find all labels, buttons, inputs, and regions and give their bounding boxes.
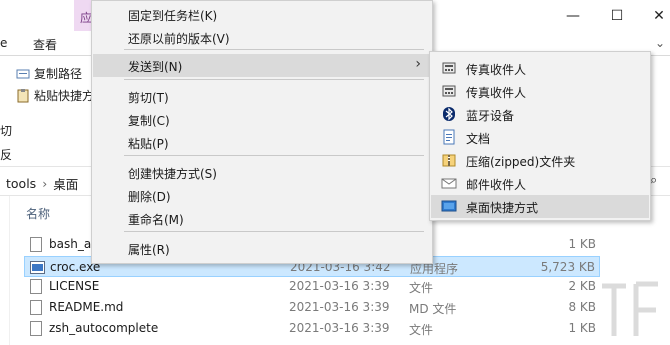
menu-item-rename[interactable]: 重命名(M): [93, 207, 431, 230]
menu-item-label: 还原以前的版本(V): [128, 32, 230, 46]
menu-item-send-to[interactable]: 发送到(N) ›: [93, 54, 431, 77]
menu-item-label: 剪切(T): [128, 91, 169, 105]
fax-icon: [441, 83, 457, 99]
ribbon-fragment-label: 反: [0, 148, 13, 162]
send-to-submenu: 传真收件人 传真收件人 蓝牙设备 文档 压缩(zipped)文件夹 邮件收件人 桌面快捷方式: [429, 51, 651, 221]
menu-item-label: 属性(R): [128, 243, 170, 257]
file-row[interactable]: zsh_autocomplete 2021-03-16 3:39 文件 1 KB: [24, 318, 600, 339]
file-icon: [30, 279, 42, 294]
menu-item-copy[interactable]: 复制(C): [93, 108, 431, 131]
file-name: README.md: [49, 300, 124, 314]
documents-icon: [441, 129, 457, 145]
paste-shortcut-icon: [17, 88, 29, 102]
submenu-item-documents[interactable]: 文档: [431, 126, 649, 149]
submenu-item-label: 桌面快捷方式: [466, 201, 539, 215]
close-button[interactable]: ✕: [651, 8, 667, 24]
file-type: 文件: [409, 281, 434, 295]
mail-icon: [441, 175, 457, 191]
menu-item-label: 发送到(N): [128, 60, 183, 74]
submenu-item-fax-recipient[interactable]: 传真收件人: [431, 57, 649, 80]
fax-icon: [441, 60, 457, 76]
file-icon: [30, 300, 42, 315]
tab-fragment[interactable]: e: [0, 36, 7, 50]
menu-item-label: 删除(D): [128, 190, 171, 204]
menu-item-pin-to-taskbar[interactable]: 固定到任务栏(K): [93, 3, 431, 26]
exe-icon: [30, 261, 45, 274]
menu-item-delete[interactable]: 删除(D): [93, 184, 431, 207]
submenu-item-label: 传真收件人: [466, 63, 527, 77]
zip-folder-icon: [441, 152, 457, 168]
file-icon: [30, 237, 42, 252]
file-type: MD 文件: [409, 302, 457, 316]
menu-item-paste[interactable]: 粘贴(P): [93, 131, 431, 154]
submenu-item-label: 蓝牙设备: [466, 109, 515, 123]
menu-item-label: 复制(C): [128, 114, 170, 128]
tab-view[interactable]: 查看: [33, 36, 57, 53]
bluetooth-icon: [441, 106, 457, 122]
minimize-button[interactable]: —: [565, 8, 581, 24]
copy-path-icon: [16, 69, 30, 78]
breadcrumb-tools[interactable]: tools: [6, 176, 36, 191]
file-name: LICENSE: [49, 279, 100, 293]
column-header-name[interactable]: 名称: [26, 205, 50, 222]
file-date: 2021-03-16 3:39: [289, 321, 390, 335]
file-row[interactable]: LICENSE 2021-03-16 3:39 文件 2 KB: [24, 276, 600, 297]
chevron-right-icon: ›: [415, 56, 421, 72]
file-row[interactable]: README.md 2021-03-16 3:39 MD 文件 8 KB: [24, 297, 600, 318]
chevron-right-icon[interactable]: ›: [42, 176, 47, 191]
submenu-item-label: 邮件收件人: [466, 178, 527, 192]
watermark-logo: [602, 281, 658, 336]
menu-item-label: 粘贴(P): [128, 137, 169, 151]
file-size: 5,723 KB: [540, 260, 595, 274]
file-size: 1 KB: [568, 321, 596, 335]
navigation-pane[interactable]: [0, 196, 10, 345]
menu-item-restore-previous-versions[interactable]: 还原以前的版本(V): [93, 26, 431, 49]
context-menu: 固定到任务栏(K) 还原以前的版本(V) 发送到(N) › 剪切(T) 复制(C) 粘贴(P…: [91, 0, 433, 264]
copy-path-button[interactable]: 复制路径: [16, 65, 82, 82]
cut-fragment-label: 切: [0, 124, 13, 138]
file-type: 文件: [409, 323, 434, 337]
menu-item-cut[interactable]: 剪切(T): [93, 85, 431, 108]
search-icon[interactable]: ⌕: [650, 173, 657, 188]
copy-path-label: 复制路径: [34, 67, 83, 81]
submenu-item-desktop-shortcut[interactable]: 桌面快捷方式: [431, 195, 649, 218]
submenu-item-label: 文档: [466, 132, 491, 146]
submenu-item-bluetooth-device[interactable]: 蓝牙设备: [431, 103, 649, 126]
maximize-button[interactable]: ☐: [609, 8, 625, 24]
menu-separator: [124, 231, 424, 232]
breadcrumb: tools › 桌面: [6, 174, 78, 193]
file-date: 2021-03-16 3:39: [289, 300, 390, 314]
file-size: 8 KB: [568, 300, 596, 314]
menu-item-properties[interactable]: 属性(R): [93, 237, 431, 260]
file-size: 1 KB: [568, 237, 596, 251]
menu-item-label: 重命名(M): [128, 213, 184, 227]
paste-shortcut-button[interactable]: 粘贴快捷方: [16, 87, 94, 104]
file-size: 2 KB: [568, 279, 596, 293]
menu-separator: [124, 155, 424, 156]
menu-item-create-shortcut[interactable]: 创建快捷方式(S): [93, 161, 431, 184]
paste-shortcut-label: 粘贴快捷方: [34, 89, 95, 103]
chevron-down-icon[interactable]: ⌄: [655, 36, 665, 50]
submenu-item-fax-recipient[interactable]: 传真收件人: [431, 80, 649, 103]
breadcrumb-desktop[interactable]: 桌面: [53, 174, 78, 193]
menu-separator: [124, 79, 424, 80]
menu-separator: [124, 49, 424, 50]
menu-item-label: 固定到任务栏(K): [128, 9, 218, 23]
submenu-item-compressed-folder[interactable]: 压缩(zipped)文件夹: [431, 149, 649, 172]
file-icon: [30, 321, 42, 336]
file-date: 2021-03-16 3:39: [289, 279, 390, 293]
submenu-item-label: 压缩(zipped)文件夹: [466, 155, 576, 169]
desktop-icon: [441, 198, 457, 214]
submenu-item-mail-recipient[interactable]: 邮件收件人: [431, 172, 649, 195]
submenu-item-label: 传真收件人: [466, 86, 527, 100]
menu-item-label: 创建快捷方式(S): [128, 167, 217, 181]
file-name: zsh_autocomplete: [49, 321, 159, 335]
